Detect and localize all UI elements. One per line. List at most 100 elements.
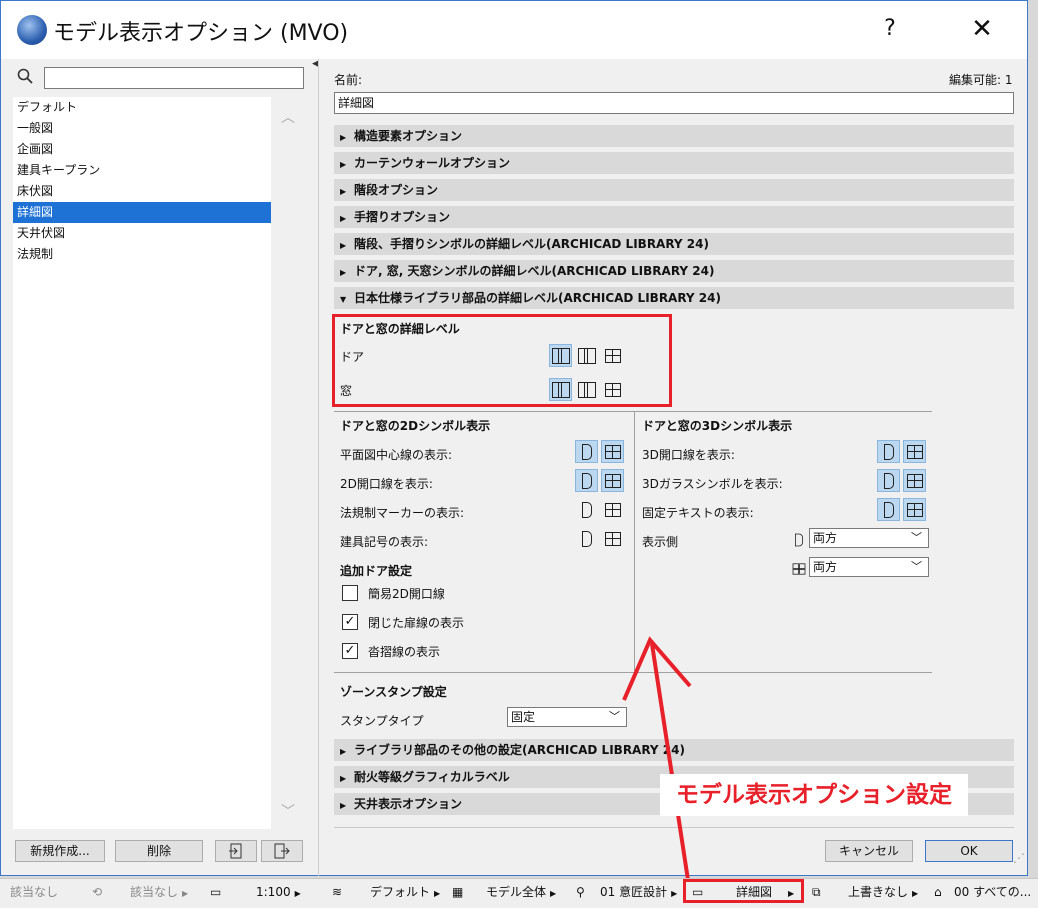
title-bar: モデル表示オプション (MVO) ? ✕	[1, 1, 1027, 59]
door-icon	[883, 472, 894, 489]
window-icon	[604, 502, 621, 517]
export-button[interactable]	[261, 840, 303, 862]
chevron-right-icon: ▶	[182, 889, 189, 898]
list-item[interactable]: 一般図	[13, 118, 271, 139]
export-icon	[274, 843, 290, 859]
section-curtainwall[interactable]: ▶ カーテンウォールオプション	[334, 152, 1014, 174]
scroll-up-icon[interactable]: ︿	[281, 107, 295, 127]
close-button[interactable]: ✕	[963, 13, 1001, 45]
expand-icon: ▶	[340, 747, 347, 756]
status-item[interactable]: 1:100 ▶	[256, 878, 301, 908]
scale-icon: ▭	[210, 885, 222, 899]
window-icon	[604, 473, 621, 488]
scroll-down-icon[interactable]: ﹀	[281, 801, 295, 821]
door-icon	[581, 530, 592, 547]
editable-count: 編集可能: 1	[949, 73, 1013, 87]
section-door-window-symbol[interactable]: ▶ ドア, 窓, 天窓シンボルの詳細レベル(ARCHICAD LIBRARY 24…	[334, 260, 1014, 282]
section-label: 天井表示オプション	[354, 797, 463, 811]
divider	[334, 411, 932, 412]
window-toggle-button[interactable]	[601, 498, 624, 521]
list-item[interactable]: 建具キープラン	[13, 160, 271, 181]
pane-divider[interactable]	[318, 59, 319, 877]
status-item[interactable]: 上書きなし ▶	[848, 878, 918, 908]
status-item[interactable]: デフォルト ▶	[370, 878, 440, 908]
archicad-logo-icon	[17, 15, 47, 45]
window-toggle-button[interactable]	[601, 469, 624, 492]
name-field[interactable]: 詳細図	[334, 92, 1014, 114]
section-jp-library[interactable]: ▼ 日本仕様ライブラリ部品の詳細レベル(ARCHICAD LIBRARY 24)	[334, 287, 1014, 309]
status-label: モデル全体	[486, 885, 547, 899]
door-toggle-button[interactable]	[575, 440, 598, 463]
status-item[interactable]: 該当なし ▶	[130, 878, 188, 908]
import-button[interactable]	[215, 840, 257, 862]
cancel-button[interactable]: キャンセル	[825, 840, 913, 862]
door-toggle-button[interactable]	[575, 527, 598, 550]
window-toggle-button[interactable]	[903, 498, 926, 521]
closed-door-line-checkbox[interactable]: ✓	[342, 614, 358, 630]
door-toggle-button[interactable]	[877, 469, 900, 492]
extra-door-heading: 追加ドア設定	[340, 564, 413, 578]
section-label: カーテンウォールオプション	[354, 156, 511, 170]
door-toggle-button[interactable]	[877, 498, 900, 521]
door-toggle-button[interactable]	[877, 440, 900, 463]
checkbox-label: 沓摺線の表示	[368, 645, 441, 659]
list-item[interactable]: 天井伏図	[13, 223, 271, 244]
checkbox-label: 閉じた扉線の表示	[368, 616, 465, 630]
list-item[interactable]: 床伏図	[13, 181, 271, 202]
search-input[interactable]	[44, 67, 304, 89]
delete-button[interactable]: 削除	[115, 840, 203, 862]
annotation-callout: モデル表示オプション設定	[660, 774, 968, 816]
section-label: ドア, 窓, 天窓シンボルの詳細レベル(ARCHICAD LIBRARY 24)	[354, 264, 715, 278]
list-item[interactable]: 法規制	[13, 244, 271, 265]
new-button[interactable]: 新規作成...	[15, 840, 105, 862]
window-toggle-button[interactable]	[601, 440, 624, 463]
door-toggle-button[interactable]	[575, 469, 598, 492]
section-label: 階段、手摺りシンボルの詳細レベル(ARCHICAD LIBRARY 24)	[354, 237, 709, 251]
side-door-select[interactable]: 両方 ﹀	[809, 528, 929, 548]
list-item[interactable]: デフォルト	[13, 97, 271, 118]
window-icon	[906, 473, 923, 488]
door-icon	[787, 528, 810, 551]
section-label: 階段オプション	[354, 183, 439, 197]
select-value: 両方	[813, 531, 838, 545]
side-window-select[interactable]: 両方 ﹀	[809, 557, 929, 577]
status-item[interactable]: 01 意匠設計 ▶	[600, 878, 677, 908]
chevron-right-icon: ▶	[550, 889, 557, 898]
list-item[interactable]: 企画図	[13, 139, 271, 160]
door-icon	[581, 501, 592, 518]
ok-button[interactable]: OK	[925, 840, 1013, 862]
section-structure[interactable]: ▶ 構造要素オプション	[334, 125, 1014, 147]
help-button[interactable]: ?	[873, 13, 907, 45]
undo-icon[interactable]: ⟲	[92, 878, 102, 908]
chevron-down-icon: ﹀	[911, 531, 922, 544]
expand-icon: ▶	[340, 774, 347, 783]
list-item-selected[interactable]: 詳細図	[13, 202, 271, 223]
search-icon	[17, 68, 33, 84]
window-toggle-button[interactable]	[903, 469, 926, 492]
window-toggle-button[interactable]	[903, 440, 926, 463]
sym2d-row-label: 法規制マーカーの表示:	[340, 506, 465, 520]
window-toggle-button[interactable]	[601, 527, 624, 550]
expand-icon: ▶	[340, 801, 347, 810]
window-title: モデル表示オプション (MVO)	[53, 21, 349, 46]
resize-grip-icon[interactable]: ⋰	[1013, 851, 1025, 865]
sym3d-heading: ドアと窓の3Dシンボル表示	[642, 419, 793, 433]
select-value: 固定	[511, 710, 536, 724]
threshold-line-checkbox[interactable]: ✓	[342, 643, 358, 659]
section-stair-symbol[interactable]: ▶ 階段、手摺りシンボルの詳細レベル(ARCHICAD LIBRARY 24)	[334, 233, 1014, 255]
section-stair[interactable]: ▶ 階段オプション	[334, 179, 1014, 201]
section-label: 構造要素オプション	[354, 129, 463, 143]
override-icon: ⧉	[812, 885, 821, 899]
window-icon	[604, 444, 621, 459]
sym2d-row-label: 平面図中心線の表示:	[340, 448, 453, 462]
door-toggle-button[interactable]	[575, 498, 598, 521]
door-icon	[883, 443, 894, 460]
import-icon	[229, 843, 242, 859]
simple-2d-checkbox[interactable]	[342, 585, 358, 601]
section-railing[interactable]: ▶ 手摺りオプション	[334, 206, 1014, 228]
mvo-list: デフォルト 一般図 企画図 建具キープラン 床伏図 詳細図 天井伏図 法規制	[13, 97, 271, 829]
status-item[interactable]: 00 すべての...	[954, 878, 1031, 908]
door-icon	[581, 472, 592, 489]
status-item[interactable]: 該当なし	[10, 878, 58, 908]
status-item[interactable]: モデル全体 ▶	[486, 878, 556, 908]
